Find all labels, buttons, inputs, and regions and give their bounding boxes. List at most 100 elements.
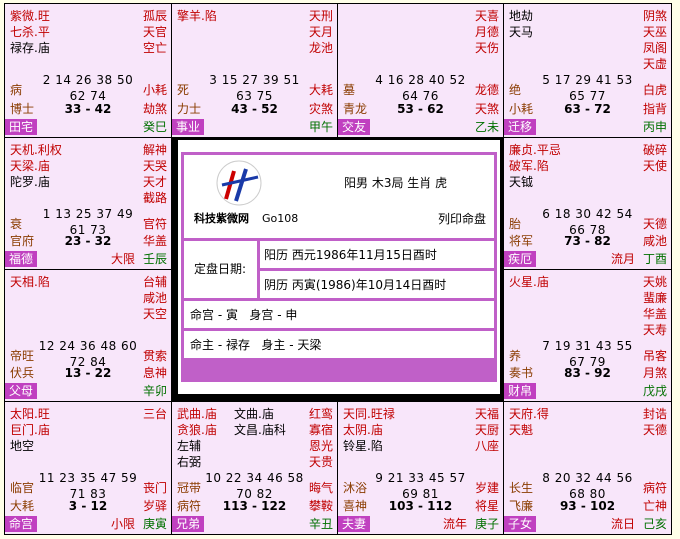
minor-stars: 天刑 天月 龙池: [309, 8, 333, 56]
main-stars: 天同.旺禄 太阴.庙 铃星.陷: [343, 406, 395, 454]
minor-stars: 破碎 天使: [643, 142, 667, 174]
period-label: 大限: [110, 252, 135, 266]
minor-star-label: 天哭: [142, 159, 167, 173]
cell-footer: 财帛 戊戌: [504, 383, 671, 399]
palace-tag: 事业: [172, 119, 205, 135]
main-stars: 天机.利权 天梁.庙 陀罗.庙: [10, 142, 62, 190]
minor-star-label: 天喜: [474, 9, 499, 23]
stem-branch: 庚寅: [142, 517, 167, 531]
life-stage: 衰: [10, 217, 23, 231]
minor-stars: 封诰 天德: [643, 406, 667, 438]
stem-branch: 癸巳: [142, 120, 167, 134]
decade-row: 病符 113 - 122 攀鞍: [172, 498, 337, 514]
palace-box: 命宫 - 寅 身宫 - 申: [184, 301, 494, 328]
minor-stars: 解神 天哭 天才 截路: [143, 142, 167, 206]
stem-branch: 戊戌: [642, 384, 667, 398]
palace-tag: 田宅: [5, 119, 38, 135]
palace-cell-you: 廉贞.平忌 破军.陷 天钺 破碎 天使 6 18 30 42 54 66 78 胎天德 将军 73…: [504, 138, 671, 269]
decade-row: 将军 73 - 82 咸池: [504, 233, 671, 249]
palace-cell-chen: 天机.利权 天梁.庙 陀罗.庙 解神 天哭 天才 截路 1 13 25 37 49 61 73 衰…: [5, 138, 171, 269]
minor-star-label: 天使: [642, 159, 667, 173]
star-label: 武曲.庙: [177, 407, 217, 421]
cell-footer: 迁移 丙申: [504, 119, 671, 135]
palace-tag: 疾厄: [504, 251, 537, 267]
minor-star-label: 天德: [642, 423, 667, 437]
year-star: 吊客: [642, 349, 667, 363]
star-label: 破军.陷: [509, 159, 549, 173]
star-label: 火星.庙: [509, 275, 549, 289]
minor-star-label: 破碎: [642, 143, 667, 157]
star-label: 天魁: [509, 423, 534, 437]
minor-stars: 红鸾 寡宿 恩光 天贵: [309, 406, 333, 470]
cell-footer: 疾厄 流月 丁酉: [504, 251, 671, 267]
palace-tag: 迁移: [504, 119, 537, 135]
year-star: 贯索: [142, 349, 167, 363]
minor-star-label: 天福: [474, 407, 499, 421]
general-star: 天煞: [474, 102, 499, 116]
minor-star-label: 天贵: [308, 455, 333, 469]
star-label: 天钺: [509, 175, 534, 189]
star-label: 天相.陷: [10, 275, 50, 289]
minor-star-label: 孤辰: [142, 9, 167, 23]
minor-star-label: 八座: [474, 439, 499, 453]
general-star: 华盖: [142, 234, 167, 248]
year-star: 晦气: [308, 481, 333, 495]
lunar-date: 阴历 丙寅(1986)年10月14日酉时: [264, 278, 447, 292]
cell-footer: 交友 乙未: [338, 119, 503, 135]
life-stage: 养: [509, 349, 522, 363]
star-label: 擎羊.陷: [177, 9, 217, 23]
life-stage: 胎: [509, 217, 522, 231]
cell-footer: 田宅 癸巳: [5, 119, 171, 135]
minor-stars: 天姚 蜚廉 华盖 天寿: [643, 274, 667, 338]
general-star: 月煞: [642, 366, 667, 380]
year-star: 白虎: [642, 83, 667, 97]
general-star: 攀鞍: [308, 499, 333, 513]
minor-star-label: 封诰: [642, 407, 667, 421]
palace-tag: 兄弟: [172, 516, 205, 532]
minor-star-label: 天官: [142, 25, 167, 39]
life-stage: 墓: [343, 83, 356, 97]
minor-star-label: 寡宿: [308, 423, 333, 437]
minor-stars: 天福 天厨 八座: [475, 406, 499, 454]
period-label: 流日: [610, 517, 635, 531]
life-body-palace: 命宫 - 寅 身宫 - 申: [190, 308, 298, 322]
year-star: 官符: [142, 217, 167, 231]
decade-row: 飞廉 93 - 102 亡神: [504, 498, 671, 514]
minor-star-label: 蜚廉: [642, 291, 667, 305]
cell-footer: 夫妻 流年 庚子: [338, 516, 503, 532]
lunar-date-box: 阴历 丙寅(1986)年10月14日酉时: [260, 271, 494, 298]
year-star: 岁建: [474, 481, 499, 495]
minor-star-label: 恩光: [308, 439, 333, 453]
cell-footer: 事业 甲午: [172, 119, 337, 135]
year-star: 病符: [642, 481, 667, 495]
star-label: 文昌.庙科: [234, 423, 286, 437]
minor-star-label: 天伤: [474, 41, 499, 55]
star-label: 陀罗.庙: [10, 175, 50, 189]
cell-footer: 兄弟 辛丑: [172, 516, 337, 532]
decade-row: 官府 23 - 32 华盖: [5, 233, 171, 249]
palace-cell-zi: 天同.旺禄 太阴.庙 铃星.陷 天福 天厨 八座 9 21 33 45 57 69 81 沐浴岁…: [338, 402, 503, 534]
star-label: 廉贞.平忌: [509, 143, 561, 157]
stem-branch: 己亥: [642, 517, 667, 531]
decade-row: 力士 43 - 52 灾煞: [172, 101, 337, 117]
palace-cell-chou: 武曲.庙 贪狼.庙 左辅 右弼 文曲.庙 文昌.庙科 红鸾 寡宿 恩光 天贵 10 22 34 46…: [172, 402, 337, 534]
stem-branch: 庚子: [474, 517, 499, 531]
life-stage: 冠带: [177, 481, 202, 495]
solar-date: 阳历 西元1986年11月15日酉时: [264, 248, 437, 262]
date-label-box: 定盘日期:: [184, 241, 257, 298]
minor-star-label: 空亡: [142, 41, 167, 55]
palace-cell-wu: 擎羊.陷 天刑 天月 龙池 3 15 27 39 51 63 75 死大耗 力士 43 - 52…: [172, 4, 337, 137]
decade-row: 小耗 63 - 72 指背: [504, 101, 671, 117]
star-label: 地劫: [509, 9, 534, 23]
palace-tag: 夫妻: [338, 516, 371, 532]
decade-row: 博士 33 - 42 劫煞: [5, 101, 171, 117]
minor-star-label: 天才: [142, 175, 167, 189]
main-stars: 地劫 天马: [509, 8, 533, 40]
cell-footer: 命宫 小限 庚寅: [5, 516, 171, 532]
star-label: 天机.利权: [10, 143, 62, 157]
period-label: 流年: [442, 517, 467, 531]
stem-branch: 乙未: [474, 120, 499, 134]
print-label: 列印命盘: [437, 212, 486, 226]
star-label: 天马: [509, 25, 534, 39]
general-star: 咸池: [642, 234, 667, 248]
